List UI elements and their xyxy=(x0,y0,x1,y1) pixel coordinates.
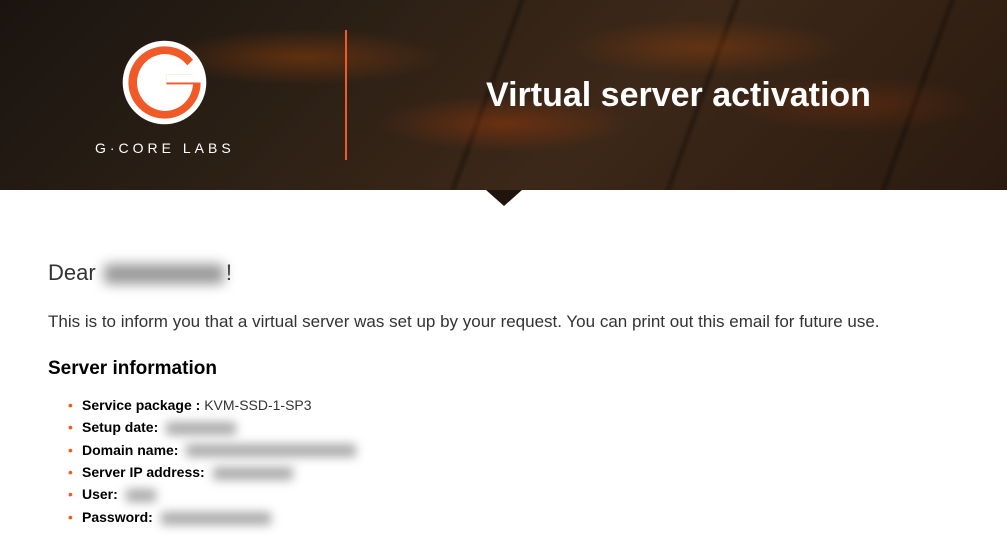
brand-name: G·CORE LABS xyxy=(95,140,235,156)
list-item: Password: xyxy=(68,506,959,528)
server-info-list: Service package : KVM-SSD-1-SP3 Setup dat… xyxy=(48,394,959,528)
redacted-value xyxy=(166,422,236,435)
list-item: Server IP address: xyxy=(68,461,959,483)
greeting-suffix: ! xyxy=(226,260,232,285)
list-item: Setup date: xyxy=(68,416,959,438)
list-item: User: xyxy=(68,483,959,505)
greeting-line: Dear ! xyxy=(48,260,959,286)
info-label: Server IP address: xyxy=(82,464,205,480)
recipient-name-redacted xyxy=(104,264,224,284)
info-label: Domain name: xyxy=(82,442,178,458)
info-label: Setup date: xyxy=(82,419,158,435)
header-notch-icon xyxy=(486,190,522,206)
email-header: G·CORE LABS Virtual server activation xyxy=(0,0,1007,190)
header-divider xyxy=(345,30,347,160)
list-item: Domain name: xyxy=(68,439,959,461)
page-title: Virtual server activation xyxy=(486,76,871,115)
list-item: Service package : KVM-SSD-1-SP3 xyxy=(68,394,959,416)
header-title-block: Virtual server activation xyxy=(390,0,967,190)
info-label: Password: xyxy=(82,509,153,525)
info-label: Service package : xyxy=(82,397,200,413)
info-value: KVM-SSD-1-SP3 xyxy=(204,397,311,413)
email-body: Dear ! This is to inform you that a virt… xyxy=(0,190,1007,548)
greeting-prefix: Dear xyxy=(48,260,96,285)
redacted-value xyxy=(161,512,271,525)
redacted-value xyxy=(126,489,156,502)
intro-paragraph: This is to inform you that a virtual ser… xyxy=(48,310,959,334)
info-label: User: xyxy=(82,486,118,502)
redacted-value xyxy=(186,444,356,457)
gcore-logo-icon xyxy=(117,35,212,130)
server-info-heading: Server information xyxy=(48,358,959,380)
redacted-value xyxy=(213,467,293,480)
brand-logo-block: G·CORE LABS xyxy=(0,35,235,156)
